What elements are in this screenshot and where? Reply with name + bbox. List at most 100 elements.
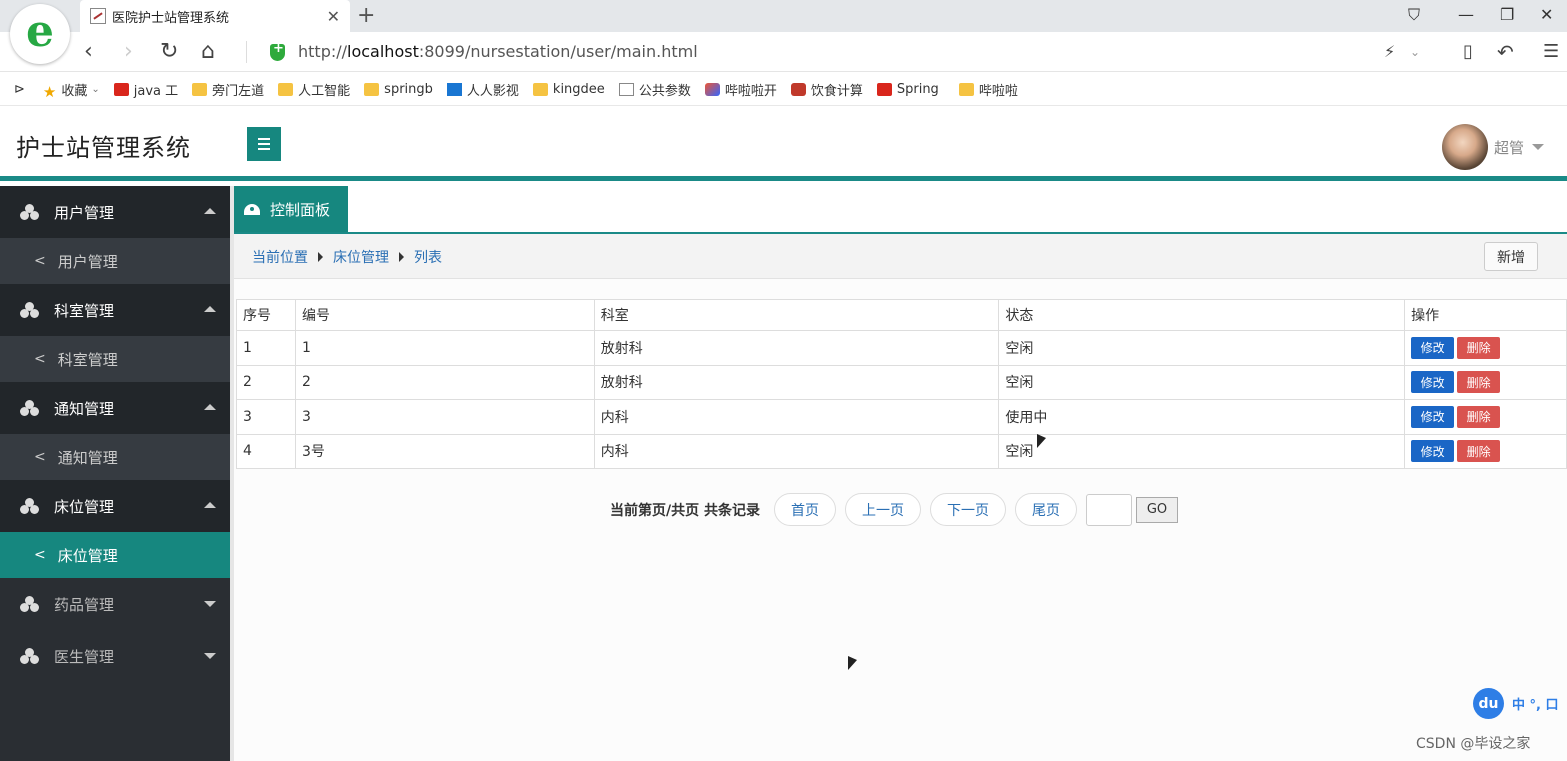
cell-status: 空闲 (998, 433, 1406, 469)
chevron-down-icon[interactable]: ⌄ (1410, 38, 1420, 66)
delete-button[interactable]: 删除 (1457, 440, 1501, 463)
share-icon: < (34, 449, 46, 465)
cell-status: 空闲 (998, 364, 1406, 400)
bookmark-item[interactable]: 人人影视 (446, 80, 519, 99)
column-header: 操作 (1404, 299, 1567, 331)
breadcrumb-item[interactable]: 当前位置 (252, 247, 308, 267)
sidebar-group-doctor[interactable]: 医生管理 (0, 630, 230, 682)
edit-button[interactable]: 修改 (1411, 371, 1455, 394)
close-window-icon[interactable]: ✕ (1540, 4, 1553, 26)
mouse-cursor-icon (848, 656, 857, 670)
edit-button[interactable]: 修改 (1411, 440, 1455, 463)
app-header: 护士站管理系统 超管 (0, 106, 1567, 181)
sidebar-toggle-icon[interactable]: ⊳ (14, 82, 25, 97)
url-path: :8099/nursestation/user/main.html (418, 42, 698, 61)
bookmark-item[interactable]: 饮食计算 (790, 80, 863, 99)
edit-button[interactable]: 修改 (1411, 405, 1455, 428)
cell-code: 3 (294, 399, 595, 435)
cubes-icon (20, 204, 40, 220)
sidebar-item-label: 床位管理 (57, 546, 118, 565)
minimize-icon[interactable]: — (1458, 4, 1474, 26)
sidebar-item-notice[interactable]: < 通知管理 (0, 434, 230, 480)
sidebar-group-department[interactable]: 科室管理 (0, 284, 230, 336)
new-tab-icon[interactable]: + (357, 3, 375, 29)
menu-toggle-button[interactable] (247, 127, 281, 161)
address-bar: ‹ › ↻ ⌂ http://localhost:8099/nursestati… (0, 32, 1567, 72)
bed-table: 序号 编号 科室 状态 操作 1 1 放射科 空闲 修改删除 2 2 放射科 (236, 299, 1567, 469)
sidebar-group-bed[interactable]: 床位管理 (0, 480, 230, 532)
bookmark-label: 哔啦啦开 (724, 83, 777, 99)
bookmark-item[interactable]: java 工 (113, 80, 178, 99)
caret-up-icon (204, 208, 216, 214)
bookmark-item[interactable]: Spring (876, 82, 939, 97)
folder-icon (958, 82, 974, 96)
menu-icon[interactable]: ☰ (1543, 38, 1559, 66)
bookmark-item[interactable]: 公共参数 (618, 80, 691, 99)
bookmark-label: 公共参数 (638, 83, 691, 99)
pagination: 当前第页/共页 共条记录 首页 上一页 下一页 尾页 GO (610, 493, 1178, 526)
sidebar-item-department[interactable]: < 科室管理 (0, 336, 230, 382)
url-host: localhost (347, 42, 419, 61)
sidebar-group-notice[interactable]: 通知管理 (0, 382, 230, 434)
user-name[interactable]: 超管 (1494, 137, 1524, 158)
food-icon (790, 82, 806, 96)
home-icon[interactable]: ⌂ (201, 38, 215, 66)
shirt-skin-icon[interactable]: ⛉ (1408, 4, 1420, 26)
app-title: 护士站管理系统 (16, 134, 191, 162)
share-icon: < (34, 351, 46, 367)
bookmark-item[interactable]: 哔啦啦 (958, 80, 1018, 99)
lightning-icon[interactable]: ⚡ (1384, 38, 1395, 66)
delete-button[interactable]: 删除 (1457, 405, 1501, 428)
sidebar-group-medicine[interactable]: 药品管理 (0, 578, 230, 630)
avatar[interactable] (1442, 124, 1488, 170)
bilibili-icon (704, 82, 720, 96)
first-page-button[interactable]: 首页 (774, 493, 836, 526)
delete-button[interactable]: 删除 (1457, 371, 1501, 394)
dashboard-icon (244, 203, 260, 215)
cell-no: 4 (236, 433, 296, 469)
sidebar-group-user[interactable]: 用户管理 (0, 186, 230, 238)
go-button[interactable]: GO (1136, 496, 1178, 523)
bookmark-item[interactable]: 旁门左道 (192, 80, 264, 99)
delete-button[interactable]: 删除 (1457, 336, 1501, 359)
bookmark-label: 旁门左道 (212, 83, 265, 99)
bookmark-label: 人人影视 (466, 83, 519, 99)
add-button[interactable]: 新增 (1484, 242, 1538, 271)
csdn-icon (876, 82, 892, 96)
next-page-button[interactable]: 下一页 (930, 493, 1006, 526)
bookmark-item[interactable]: springb (364, 82, 433, 97)
edit-button[interactable]: 修改 (1411, 336, 1455, 359)
last-page-button[interactable]: 尾页 (1015, 493, 1077, 526)
bookmark-item[interactable]: 哔啦啦开 (704, 80, 777, 99)
bookmark-favorites[interactable]: ★ 收藏 ⌄ (43, 80, 100, 101)
close-tab-icon[interactable]: ✕ (327, 7, 340, 26)
prev-page-button[interactable]: 上一页 (845, 493, 921, 526)
sidebar-item-label: 用户管理 (57, 252, 118, 271)
browser-tab[interactable]: 医院护士站管理系统 ✕ (80, 0, 350, 32)
restore-icon[interactable]: ❐ (1500, 4, 1514, 26)
sidebar: 用户管理 < 用户管理 科室管理 < 科室管理 通知管理 < 通知管理 床位管理… (0, 186, 230, 761)
cubes-icon (20, 498, 40, 514)
tab-dashboard[interactable]: 控制面板 (234, 186, 348, 232)
ime-toolbar[interactable]: du 中 °, 口 (1473, 688, 1559, 719)
forward-icon[interactable]: › (124, 38, 133, 66)
breadcrumb-item[interactable]: 床位管理 (333, 247, 389, 267)
page-number-input[interactable] (1086, 493, 1132, 526)
phone-icon[interactable]: ▯ (1463, 38, 1473, 66)
caret-down-icon (204, 653, 216, 659)
url-field[interactable]: http://localhost:8099/nursestation/user/… (298, 42, 698, 61)
sidebar-item-user[interactable]: < 用户管理 (0, 238, 230, 284)
sidebar-item-bed[interactable]: < 床位管理 (0, 532, 230, 578)
chevron-down-icon[interactable] (1532, 144, 1544, 150)
undo-icon[interactable]: ↶ (1497, 38, 1514, 66)
caret-right-icon (399, 252, 404, 262)
bookmark-item[interactable]: kingdee (532, 82, 605, 97)
column-header: 编号 (294, 299, 595, 331)
back-icon[interactable]: ‹ (84, 38, 93, 66)
share-icon: < (34, 547, 46, 563)
cubes-icon (20, 648, 40, 664)
breadcrumb-item[interactable]: 列表 (414, 247, 442, 267)
bookmark-item[interactable]: 人工智能 (278, 80, 350, 99)
folder-icon (192, 82, 208, 96)
reload-icon[interactable]: ↻ (160, 38, 178, 66)
